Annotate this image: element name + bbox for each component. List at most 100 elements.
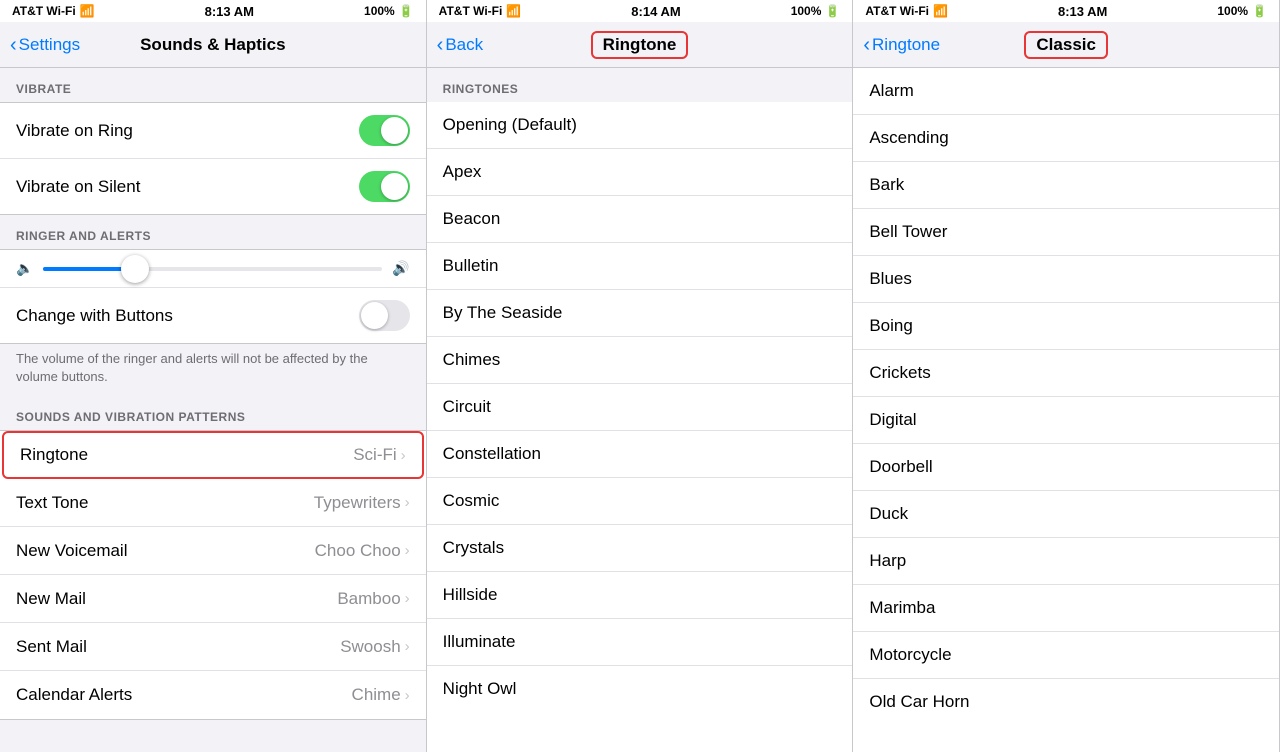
sent-mail-value: Swoosh › (340, 637, 409, 657)
text-tone-cell[interactable]: Text Tone Typewriters › (0, 479, 426, 527)
list-item[interactable]: Marimba (853, 585, 1279, 632)
back-label-2[interactable]: Back (445, 35, 483, 55)
new-voicemail-value: Choo Choo › (315, 541, 410, 561)
list-item[interactable]: Opening (Default) (427, 102, 853, 149)
ringtone-cell[interactable]: Ringtone Sci-Fi › (2, 431, 424, 479)
text-tone-value: Typewriters › (314, 493, 410, 513)
list-item[interactable]: By The Seaside (427, 290, 853, 337)
carrier-2: AT&T Wi-Fi (439, 4, 503, 18)
ringtone-value-text: Sci-Fi (353, 445, 396, 465)
list-item[interactable]: Bark (853, 162, 1279, 209)
nav-bar-3: ‹ Ringtone Classic (853, 22, 1279, 68)
volume-slider-track[interactable] (43, 267, 382, 271)
vibrate-group: Vibrate on Ring Vibrate on Silent (0, 102, 426, 215)
battery-icon-3: 🔋 (1252, 4, 1267, 18)
vibrate-on-silent-cell[interactable]: Vibrate on Silent (0, 159, 426, 214)
ringtone-value: Sci-Fi › (353, 445, 405, 465)
toggle-knob-2 (381, 173, 408, 200)
panel-ringtone: AT&T Wi-Fi 📶 8:14 AM 100% 🔋 ‹ Back Ringt… (427, 0, 854, 752)
list-item[interactable]: Bell Tower (853, 209, 1279, 256)
status-bar-1: AT&T Wi-Fi 📶 8:13 AM 100% 🔋 (0, 0, 426, 22)
list-item[interactable]: Doorbell (853, 444, 1279, 491)
ringtone-list[interactable]: Opening (Default) Apex Beacon Bulletin B… (427, 102, 853, 752)
volume-high-icon: 🔊 (392, 260, 409, 277)
vibrate-on-ring-label: Vibrate on Ring (16, 121, 133, 141)
list-item[interactable]: Digital (853, 397, 1279, 444)
back-label-3[interactable]: Ringtone (872, 35, 940, 55)
vibrate-on-silent-label: Vibrate on Silent (16, 177, 140, 197)
new-mail-label: New Mail (16, 589, 86, 609)
battery-pct-2: 100% (791, 4, 822, 18)
list-item[interactable]: Hillside (427, 572, 853, 619)
sent-mail-chevron-icon: › (405, 638, 410, 655)
list-item[interactable]: Cosmic (427, 478, 853, 525)
list-item[interactable]: Blues (853, 256, 1279, 303)
ringer-note: The volume of the ringer and alerts will… (0, 344, 426, 396)
list-item[interactable]: Beacon (427, 196, 853, 243)
vibrate-on-ring-cell[interactable]: Vibrate on Ring (0, 103, 426, 159)
back-button-1[interactable]: ‹ Settings (10, 35, 80, 55)
list-item[interactable]: Bulletin (427, 243, 853, 290)
vibrate-on-silent-toggle[interactable] (359, 171, 410, 202)
new-voicemail-cell[interactable]: New Voicemail Choo Choo › (0, 527, 426, 575)
status-left-3: AT&T Wi-Fi 📶 (865, 4, 948, 18)
wifi-icon-3: 📶 (933, 4, 948, 18)
list-item[interactable]: Crickets (853, 350, 1279, 397)
volume-low-icon: 🔈 (16, 260, 33, 277)
sent-mail-cell[interactable]: Sent Mail Swoosh › (0, 623, 426, 671)
status-right-3: 100% 🔋 (1217, 4, 1267, 18)
vibrate-on-ring-toggle[interactable] (359, 115, 410, 146)
status-bar-2: AT&T Wi-Fi 📶 8:14 AM 100% 🔋 (427, 0, 853, 22)
list-item[interactable]: Chimes (427, 337, 853, 384)
battery-pct-3: 100% (1217, 4, 1248, 18)
change-with-buttons-label: Change with Buttons (16, 306, 173, 326)
status-right-2: 100% 🔋 (791, 4, 841, 18)
new-voicemail-value-text: Choo Choo (315, 541, 401, 561)
text-tone-label: Text Tone (16, 493, 88, 513)
classic-list[interactable]: Alarm Ascending Bark Bell Tower Blues Bo… (853, 68, 1279, 752)
list-item[interactable]: Harp (853, 538, 1279, 585)
list-item[interactable]: Ascending (853, 115, 1279, 162)
new-mail-value: Bamboo › (337, 589, 409, 609)
list-item[interactable]: Crystals (427, 525, 853, 572)
carrier-3: AT&T Wi-Fi (865, 4, 929, 18)
list-item[interactable]: Duck (853, 491, 1279, 538)
list-item[interactable]: Motorcycle (853, 632, 1279, 679)
ringer-group: 🔈 🔊 Change with Buttons (0, 249, 426, 344)
calendar-alerts-value-text: Chime (352, 685, 401, 705)
list-item[interactable]: Apex (427, 149, 853, 196)
ringtone-label: Ringtone (20, 445, 88, 465)
new-mail-cell[interactable]: New Mail Bamboo › (0, 575, 426, 623)
sent-mail-label: Sent Mail (16, 637, 87, 657)
list-item[interactable]: Illuminate (427, 619, 853, 666)
back-label-1[interactable]: Settings (19, 35, 80, 55)
nav-title-3: Classic (1024, 31, 1108, 59)
back-button-3[interactable]: ‹ Ringtone (863, 35, 940, 55)
list-item[interactable]: Constellation (427, 431, 853, 478)
wifi-icon-1: 📶 (80, 4, 95, 18)
list-item[interactable]: Old Car Horn (853, 679, 1279, 725)
scroll-area-1[interactable]: VIBRATE Vibrate on Ring Vibrate on Silen… (0, 68, 426, 752)
status-left-2: AT&T Wi-Fi 📶 (439, 4, 522, 18)
nav-title-1: Sounds & Haptics (140, 35, 285, 55)
list-item[interactable]: Alarm (853, 68, 1279, 115)
list-item[interactable]: Circuit (427, 384, 853, 431)
back-button-2[interactable]: ‹ Back (437, 35, 483, 55)
change-with-buttons-cell[interactable]: Change with Buttons (0, 288, 426, 343)
calendar-alerts-label: Calendar Alerts (16, 685, 132, 705)
list-item[interactable]: Boing (853, 303, 1279, 350)
status-right-1: 100% 🔋 (364, 4, 414, 18)
toggle-knob-3 (361, 302, 388, 329)
sent-mail-value-text: Swoosh (340, 637, 400, 657)
calendar-alerts-value: Chime › (352, 685, 410, 705)
section-header-vibrate: VIBRATE (0, 68, 426, 102)
change-with-buttons-toggle[interactable] (359, 300, 410, 331)
slider-thumb[interactable] (121, 255, 149, 283)
text-tone-chevron-icon: › (405, 494, 410, 511)
battery-pct-1: 100% (364, 4, 395, 18)
calendar-alerts-cell[interactable]: Calendar Alerts Chime › (0, 671, 426, 719)
list-item[interactable]: Night Owl (427, 666, 853, 712)
back-arrow-icon-1: ‹ (10, 35, 17, 55)
panel-sounds-haptics: AT&T Wi-Fi 📶 8:13 AM 100% 🔋 ‹ Settings S… (0, 0, 427, 752)
volume-slider-row[interactable]: 🔈 🔊 (0, 250, 426, 288)
